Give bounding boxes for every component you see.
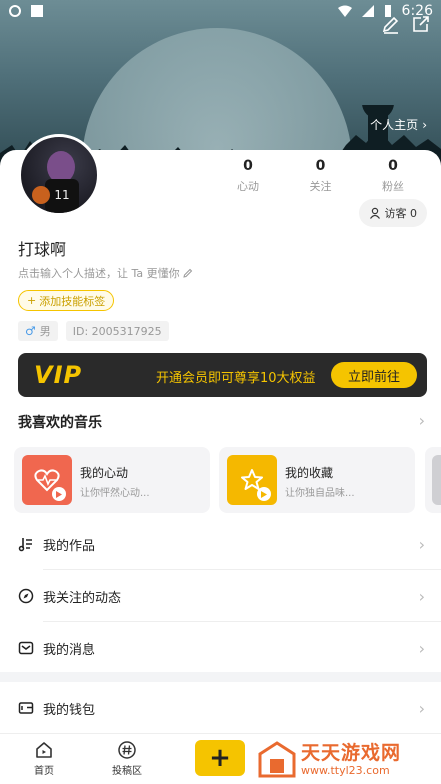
stat-count: 0: [388, 158, 398, 174]
menu-item-label: 我的消息: [43, 642, 96, 658]
play-icon: [52, 487, 66, 501]
music-card-liked[interactable]: 我的心动 让你怦然心动...: [14, 447, 210, 513]
nav-label: 首页: [34, 766, 54, 777]
username: 打球啊: [18, 240, 67, 259]
add-skill-tag-button[interactable]: + 添加技能标签: [18, 290, 115, 311]
create-button[interactable]: +: [195, 740, 245, 776]
stat-count: 0: [315, 158, 326, 174]
nav-home[interactable]: 首页: [14, 740, 74, 777]
personal-homepage-link[interactable]: 个人主页 ›: [370, 116, 427, 133]
stat-following[interactable]: 0 关注: [291, 158, 351, 194]
menu-item-wallet[interactable]: 我的钱包 ›: [0, 682, 441, 734]
nav-label: 投稿区: [112, 766, 142, 777]
edit-icon[interactable]: [381, 14, 401, 34]
pencil-icon: [182, 268, 192, 278]
status-bar: 6:26: [0, 0, 441, 26]
plus-icon: +: [27, 294, 37, 307]
music-section-title: 我喜欢的音乐: [18, 415, 102, 431]
user-id-chip: ID: 2005317925: [65, 321, 169, 341]
watermark-name: 天天游戏网: [301, 742, 402, 764]
gender-label: 男: [39, 325, 51, 338]
notification-square-icon: [31, 5, 43, 17]
visitor-label: 访客 0: [384, 207, 418, 220]
vip-go-button[interactable]: 立即前往: [331, 362, 417, 388]
plus-icon: +: [209, 743, 231, 773]
menu-item-followed-feed[interactable]: 我关注的动态 ›: [0, 570, 441, 622]
sync-icon: [9, 5, 21, 17]
stat-likes[interactable]: 0 心动: [218, 158, 278, 194]
avatar[interactable]: 11: [18, 134, 100, 216]
menu-item-label: 我的钱包: [43, 702, 96, 718]
music-card-favorites[interactable]: 我的收藏 让你独自品味...: [219, 447, 415, 513]
svg-text:11: 11: [54, 188, 69, 202]
watermark: 天天游戏网 www.ttyl23.com: [255, 738, 441, 782]
profile-stats: 0 心动 0 关注 0 粉丝: [218, 158, 423, 194]
watermark-url: www.ttyl23.com: [301, 764, 390, 777]
user-id: ID: 2005317925: [72, 324, 162, 338]
music-card-subtitle: 让你独自品味...: [285, 488, 355, 499]
homepage-link-label: 个人主页: [370, 118, 419, 132]
profile-chips: ♂ 男 ID: 2005317925: [18, 321, 169, 341]
vip-logo: VIP: [34, 361, 83, 389]
watermark-logo: [258, 741, 296, 778]
stat-label: 心动: [237, 180, 259, 193]
gender-chip: ♂ 男: [18, 321, 58, 341]
vip-promo-text: 开通会员即可尊享10大权益: [156, 371, 316, 386]
signal-icon: [361, 5, 374, 17]
chevron-right-icon: ›: [418, 698, 425, 718]
menu-item-works[interactable]: 我的作品 ›: [0, 518, 441, 570]
nav-submissions[interactable]: 投稿区: [97, 740, 157, 777]
chevron-right-icon[interactable]: ›: [419, 411, 425, 430]
compass-icon: [18, 588, 34, 604]
visitor-button[interactable]: 访客 0: [358, 199, 427, 227]
chevron-right-icon: ›: [418, 534, 425, 554]
music-card-subtitle: 让你怦然心动...: [80, 488, 150, 499]
vip-banner[interactable]: VIP 开通会员即可尊享10大权益 立即前往: [18, 353, 427, 397]
stat-label: 粉丝: [382, 180, 404, 193]
music-card-title: 我的收藏: [285, 466, 334, 480]
stat-fans[interactable]: 0 粉丝: [363, 158, 423, 194]
menu-item-label: 我的作品: [43, 538, 96, 554]
avatar-image: 11: [32, 151, 79, 213]
play-icon: [257, 487, 271, 501]
section-gap: [0, 672, 441, 682]
description-field[interactable]: 点击输入个人描述，让 Ta 更懂你: [18, 265, 193, 281]
male-icon: ♂: [25, 324, 36, 338]
header-actions: [381, 14, 431, 34]
chevron-right-icon: ›: [418, 586, 425, 606]
wifi-icon: [337, 5, 352, 17]
message-icon: [18, 641, 34, 655]
music-note-icon: [18, 538, 32, 552]
wallet-icon: [18, 702, 34, 714]
hashtag-icon: [118, 741, 136, 759]
home-icon: [36, 742, 52, 758]
chevron-right-icon: ›: [418, 638, 425, 658]
person-icon: [369, 207, 380, 219]
stat-label: 关注: [309, 180, 332, 193]
description-placeholder: 点击输入个人描述，让 Ta 更懂你: [18, 267, 180, 280]
menu-item-label: 我关注的动态: [43, 590, 122, 606]
share-icon[interactable]: [411, 14, 431, 34]
music-card-title: 我的心动: [80, 466, 129, 480]
chevron-right-icon: ›: [422, 117, 427, 132]
add-tag-label: 添加技能标签: [39, 294, 106, 308]
menu-item-messages[interactable]: 我的消息 ›: [0, 622, 441, 674]
stat-count: 0: [243, 158, 253, 174]
music-card-peek-thumb: [432, 455, 441, 505]
